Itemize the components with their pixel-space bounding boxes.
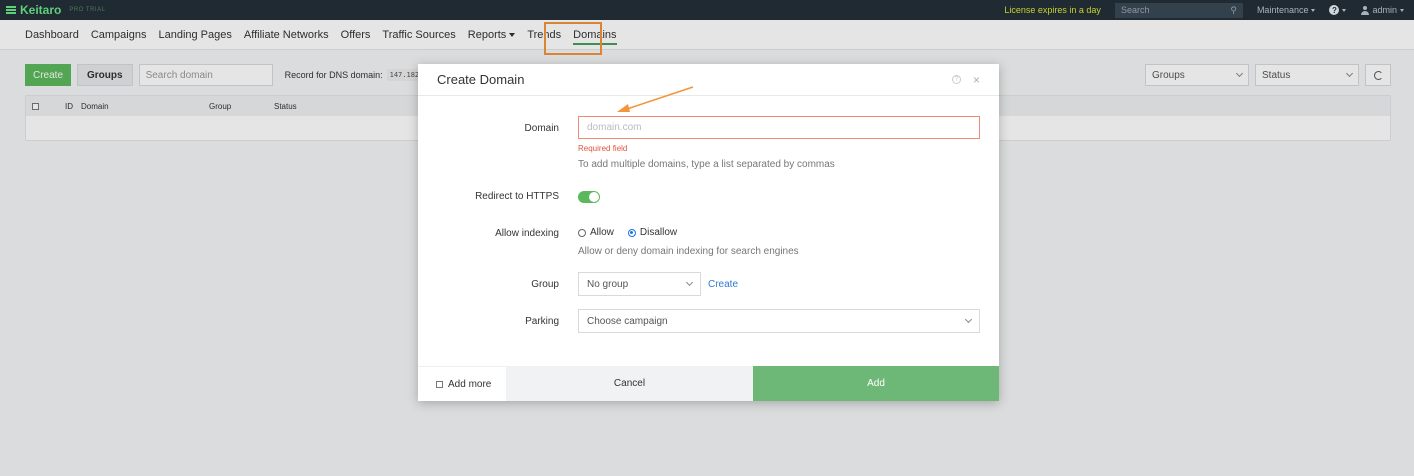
help-menu[interactable]: ? xyxy=(1329,5,1347,15)
radio-checked-icon xyxy=(627,228,636,237)
radio-unchecked-icon xyxy=(578,228,586,237)
brand-name: Keitaro xyxy=(20,3,62,17)
checkbox-icon xyxy=(436,380,443,388)
create-group-link[interactable]: Create xyxy=(708,279,738,290)
dialog-footer: Add more Cancel Add xyxy=(418,366,999,401)
domain-label: Domain xyxy=(524,123,559,134)
add-more-checkbox[interactable]: Add more xyxy=(418,366,506,401)
maintenance-menu[interactable]: Maintenance xyxy=(1257,5,1316,15)
caret-down-icon xyxy=(1400,8,1404,12)
dialog-header: Create Domain ? × xyxy=(418,64,999,96)
redirect-https-toggle[interactable] xyxy=(578,191,600,203)
group-select[interactable]: No group xyxy=(578,272,701,296)
user-icon xyxy=(1360,5,1369,15)
redirect-https-label: Redirect to HTTPS xyxy=(475,191,559,202)
global-search-input[interactable]: Search ⚲ xyxy=(1114,2,1243,18)
chevron-down-icon xyxy=(685,278,694,287)
menu-icon[interactable] xyxy=(6,6,16,14)
dialog-title: Create Domain xyxy=(437,72,525,87)
create-domain-dialog: Create Domain ? × Domain domain.com Requ… xyxy=(418,64,999,401)
indexing-allow-radio[interactable]: Allow xyxy=(578,227,614,238)
cancel-button[interactable]: Cancel xyxy=(506,366,753,401)
chevron-down-icon xyxy=(964,315,973,324)
required-field-error: Required field xyxy=(578,144,628,153)
help-icon[interactable]: ? xyxy=(951,75,961,84)
indexing-hint: Allow or deny domain indexing for search… xyxy=(578,246,799,257)
parking-label: Parking xyxy=(525,316,559,327)
license-notice[interactable]: License expires in a day xyxy=(1004,5,1101,15)
parking-select[interactable]: Choose campaign xyxy=(578,309,980,333)
domain-input[interactable]: domain.com xyxy=(578,116,980,139)
brand[interactable]: Keitaro PRO TRIAL xyxy=(6,3,105,17)
user-menu[interactable]: admin xyxy=(1360,5,1404,15)
indexing-disallow-radio[interactable]: Disallow xyxy=(627,227,677,238)
domain-hint: To add multiple domains, type a list sep… xyxy=(578,159,835,170)
close-icon[interactable]: × xyxy=(973,74,980,86)
allow-indexing-label: Allow indexing xyxy=(495,228,559,239)
search-icon: ⚲ xyxy=(1230,4,1237,15)
add-button[interactable]: Add xyxy=(753,366,999,401)
caret-down-icon xyxy=(1311,8,1316,12)
group-label: Group xyxy=(531,279,559,290)
help-icon: ? xyxy=(1329,5,1340,15)
edition-label: PRO TRIAL xyxy=(69,7,106,13)
top-bar: Keitaro PRO TRIAL License expires in a d… xyxy=(0,0,1414,20)
caret-down-icon xyxy=(1342,8,1347,12)
indexing-radio-group: Allow Disallow xyxy=(578,227,677,238)
